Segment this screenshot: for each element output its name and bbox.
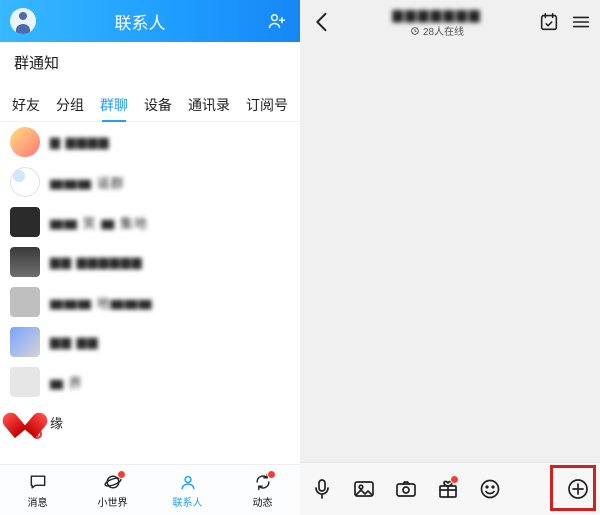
list-item[interactable]: ▆▆▆ 谣群 bbox=[0, 162, 300, 202]
image-button[interactable] bbox=[352, 477, 376, 501]
nav-messages[interactable]: 消息 bbox=[0, 465, 75, 515]
nav-contacts[interactable]: 联系人 bbox=[150, 465, 225, 515]
plus-button[interactable] bbox=[566, 477, 590, 501]
contacts-pane: 联系人 群通知 好友 分组 群聊 设备 通讯录 订阅号 ▆ ▆▆▆▆ bbox=[0, 0, 300, 515]
nav-feed[interactable]: 动态 bbox=[225, 465, 300, 515]
menu-icon bbox=[570, 11, 592, 33]
menu-button[interactable] bbox=[570, 11, 592, 33]
group-notice[interactable]: 群通知 bbox=[0, 42, 300, 87]
chat-toolbar bbox=[300, 462, 600, 515]
contacts-title: 联系人 bbox=[16, 9, 264, 34]
clock-icon bbox=[410, 26, 420, 36]
group-name: ▆▆▆ 地▆▆▆ bbox=[50, 293, 153, 312]
tab-groupchat[interactable]: 群聊 bbox=[92, 87, 136, 121]
group-list: ▆ ▆▆▆▆ ▆▆▆ 谣群 ▆▆ 笑 ▆ 集地 ▆▆ ▆▆▆▆▆▆ ▆▆▆ 地▆… bbox=[0, 122, 300, 464]
tab-addressbook[interactable]: 通讯录 bbox=[180, 87, 238, 121]
person-icon bbox=[178, 472, 198, 492]
add-friend-button[interactable] bbox=[264, 8, 290, 34]
voice-button[interactable] bbox=[310, 477, 334, 501]
chat-pane: ▆▆▆▆▆▆▆ 28人在线 bbox=[300, 0, 600, 515]
smile-icon bbox=[478, 477, 502, 501]
back-button[interactable] bbox=[308, 8, 336, 36]
list-item[interactable]: 缘 bbox=[0, 402, 300, 442]
group-avatar bbox=[10, 327, 40, 357]
group-name: ▆▆ ▆▆ bbox=[50, 334, 99, 350]
bottom-nav: 消息 小世界 联系人 动态 bbox=[0, 464, 300, 515]
calendar-check-icon bbox=[538, 11, 560, 33]
camera-icon bbox=[394, 477, 418, 501]
chat-bubble-icon bbox=[28, 472, 48, 492]
list-item[interactable]: ▆▆ ▆▆▆▆▆▆ bbox=[0, 242, 300, 282]
group-name: ▆▆ 笑 ▆ 集地 bbox=[50, 213, 148, 232]
image-icon bbox=[352, 477, 376, 501]
group-avatar bbox=[10, 287, 40, 317]
list-item[interactable]: ▆▆ ▆▆ bbox=[0, 322, 300, 362]
group-avatar bbox=[10, 407, 40, 437]
contact-category-tabs: 好友 分组 群聊 设备 通讯录 订阅号 bbox=[0, 87, 300, 122]
list-item[interactable]: ▆ 界 bbox=[0, 362, 300, 402]
group-name: ▆▆▆ 谣群 bbox=[50, 173, 125, 192]
plus-circle-icon bbox=[566, 477, 590, 501]
tab-devices[interactable]: 设备 bbox=[136, 87, 180, 121]
add-friend-icon bbox=[267, 11, 287, 31]
user-avatar[interactable] bbox=[10, 8, 36, 34]
list-item[interactable]: ▆▆▆ 地▆▆▆ bbox=[0, 282, 300, 322]
group-avatar bbox=[10, 247, 40, 277]
calendar-button[interactable] bbox=[538, 11, 560, 33]
tab-friends[interactable]: 好友 bbox=[4, 87, 48, 121]
group-name: ▆ ▆▆▆▆ bbox=[50, 134, 110, 150]
mic-icon bbox=[310, 477, 334, 501]
blocked-badge-icon bbox=[32, 429, 42, 439]
chat-body[interactable] bbox=[300, 44, 600, 462]
group-avatar bbox=[10, 167, 40, 197]
tab-groups[interactable]: 分组 bbox=[48, 87, 92, 121]
contacts-header: 联系人 bbox=[0, 0, 300, 42]
group-avatar bbox=[10, 207, 40, 237]
chat-title: ▆▆▆▆▆▆▆ bbox=[392, 6, 481, 23]
group-avatar bbox=[10, 367, 40, 397]
notification-dot-icon bbox=[267, 470, 276, 479]
camera-button[interactable] bbox=[394, 477, 418, 501]
group-name: ▆ 界 bbox=[50, 373, 83, 392]
group-name: 缘 bbox=[50, 413, 64, 432]
chat-header: ▆▆▆▆▆▆▆ 28人在线 bbox=[300, 0, 600, 44]
gift-button[interactable] bbox=[436, 477, 460, 501]
nav-world[interactable]: 小世界 bbox=[75, 465, 150, 515]
list-item[interactable]: ▆▆ 笑 ▆ 集地 bbox=[0, 202, 300, 242]
list-item[interactable]: ▆ ▆▆▆▆ bbox=[0, 122, 300, 162]
chevron-left-icon bbox=[308, 8, 336, 36]
online-count: 28人在线 bbox=[410, 23, 464, 38]
emoji-button[interactable] bbox=[478, 477, 502, 501]
notification-dot-icon bbox=[117, 470, 126, 479]
group-avatar bbox=[10, 127, 40, 157]
group-name: ▆▆ ▆▆▆▆▆▆ bbox=[50, 254, 143, 270]
tab-subscriptions[interactable]: 订阅号 bbox=[238, 87, 296, 121]
